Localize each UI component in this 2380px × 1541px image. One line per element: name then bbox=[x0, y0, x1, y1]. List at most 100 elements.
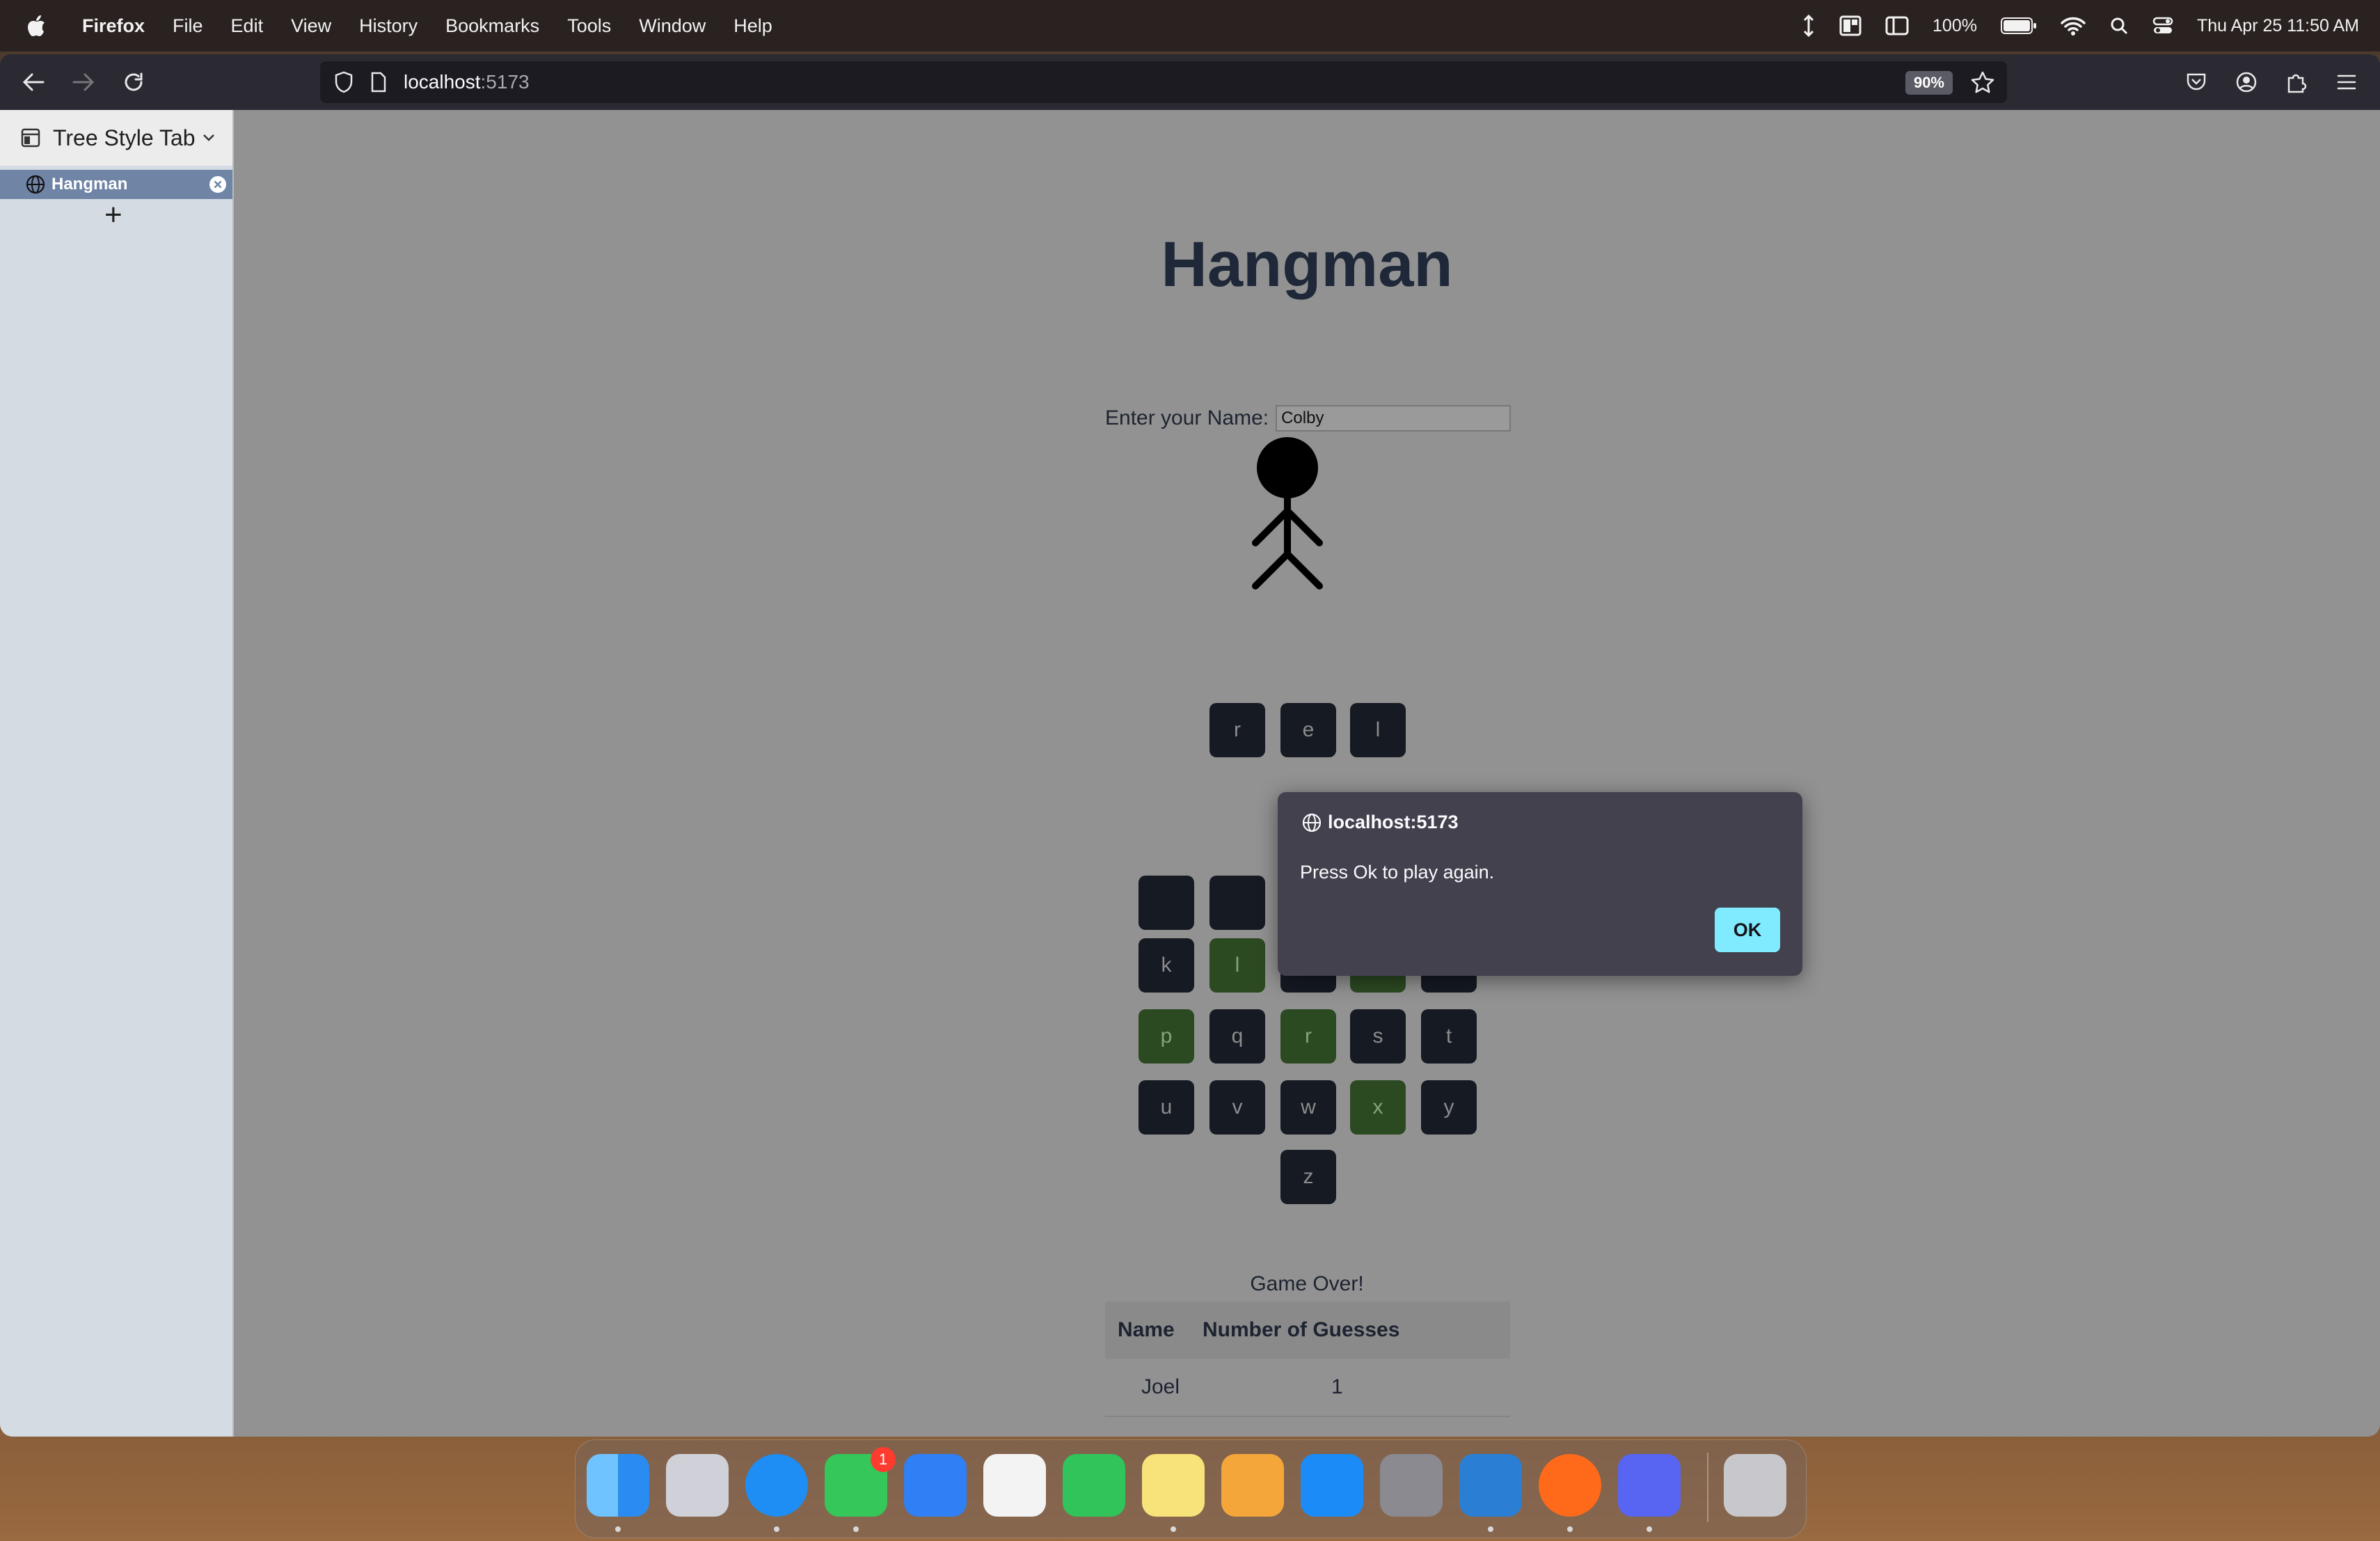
page-content: Hangman Enter your Name: r e l k l m n o bbox=[234, 110, 2380, 1437]
forward-arrow-icon bbox=[72, 73, 95, 91]
dock-running-dot bbox=[1488, 1526, 1493, 1532]
sidebar-panel-icon bbox=[21, 128, 40, 148]
sidebar-tab-label: Hangman bbox=[51, 175, 128, 193]
key-q[interactable]: q bbox=[1209, 1009, 1265, 1064]
key-t[interactable]: t bbox=[1421, 1009, 1477, 1064]
key-x[interactable]: x bbox=[1350, 1080, 1406, 1135]
key-r[interactable]: r bbox=[1280, 1009, 1336, 1064]
zoom-level-badge[interactable]: 90% bbox=[1905, 71, 1953, 95]
battery-icon[interactable] bbox=[2000, 17, 2037, 35]
sidebar-tab-hangman[interactable]: Hangman bbox=[0, 170, 232, 199]
dialog-message: Press Ok to play again. bbox=[1300, 862, 1495, 883]
key-y[interactable]: y bbox=[1421, 1080, 1477, 1135]
dock-running-dot bbox=[1647, 1526, 1652, 1532]
safari-icon[interactable] bbox=[745, 1454, 808, 1517]
close-tab-icon[interactable] bbox=[209, 175, 227, 193]
photos-icon[interactable] bbox=[983, 1454, 1046, 1517]
menu-file[interactable]: File bbox=[173, 15, 203, 37]
table-row: Joel 1 bbox=[1105, 1359, 1510, 1417]
menu-view[interactable]: View bbox=[291, 15, 331, 37]
menu-edit[interactable]: Edit bbox=[231, 15, 264, 37]
extensions-puzzle-icon bbox=[2287, 74, 2307, 93]
reload-button[interactable] bbox=[118, 67, 149, 97]
key-top-2[interactable]: e bbox=[1280, 703, 1336, 757]
game-over-status: Game Over! bbox=[1250, 1272, 1364, 1295]
key-top-3[interactable]: l bbox=[1350, 703, 1406, 757]
shield-icon[interactable] bbox=[334, 71, 354, 93]
dock-running-dot bbox=[1567, 1526, 1573, 1532]
chevron-down-icon[interactable] bbox=[203, 134, 215, 142]
menu-tools[interactable]: Tools bbox=[567, 15, 611, 37]
control-center-icon[interactable] bbox=[2152, 16, 2173, 35]
name-row: Enter your Name: bbox=[1105, 405, 1512, 432]
app-menu-button[interactable] bbox=[2331, 67, 2362, 97]
sidebar-toggle-icon[interactable] bbox=[1885, 16, 1909, 35]
key-hidden[interactable] bbox=[1139, 876, 1194, 930]
pocket-button[interactable] bbox=[2181, 67, 2212, 97]
menu-help[interactable]: Help bbox=[733, 15, 772, 37]
key-p[interactable]: p bbox=[1139, 1009, 1194, 1064]
dock-divider bbox=[1707, 1453, 1708, 1522]
extensions-button[interactable] bbox=[2281, 67, 2312, 97]
key-s[interactable]: s bbox=[1350, 1009, 1406, 1064]
discord-icon[interactable] bbox=[1618, 1454, 1681, 1517]
alert-dialog: localhost:5173 Press Ok to play again. O… bbox=[1278, 792, 1802, 976]
table-cell-guesses: 2 bbox=[1202, 1416, 1510, 1437]
sidebar-title: Tree Style Tab bbox=[53, 125, 196, 150]
key-k[interactable]: k bbox=[1139, 938, 1194, 993]
page-icon[interactable] bbox=[370, 72, 387, 93]
menu-bookmarks[interactable]: Bookmarks bbox=[445, 15, 539, 37]
key-w[interactable]: w bbox=[1280, 1080, 1336, 1135]
key-z[interactable]: z bbox=[1280, 1150, 1336, 1204]
menu-app-name[interactable]: Firefox bbox=[82, 15, 145, 37]
forward-button[interactable] bbox=[68, 67, 99, 97]
account-icon bbox=[2236, 72, 2257, 93]
table-row: Colby 2 bbox=[1105, 1416, 1510, 1437]
notes-icon[interactable] bbox=[1142, 1454, 1205, 1517]
sidebar-header[interactable]: Tree Style Tab bbox=[0, 110, 232, 166]
vscode-icon[interactable] bbox=[1459, 1454, 1522, 1517]
key-v[interactable]: v bbox=[1209, 1080, 1265, 1135]
menu-history[interactable]: History bbox=[359, 15, 418, 37]
facetime-icon[interactable] bbox=[1063, 1454, 1125, 1517]
system-settings-icon[interactable] bbox=[1380, 1454, 1443, 1517]
launchpad-icon[interactable] bbox=[666, 1454, 729, 1517]
ok-button[interactable]: OK bbox=[1715, 908, 1780, 952]
reload-icon bbox=[125, 72, 143, 91]
hangman-left-leg bbox=[1252, 551, 1291, 590]
browser-toolbar: localhost:5173 90% bbox=[0, 54, 2380, 110]
menu-window[interactable]: Window bbox=[639, 15, 706, 37]
wifi-icon[interactable] bbox=[2061, 16, 2086, 35]
url-bar[interactable]: localhost:5173 90% bbox=[320, 61, 2007, 103]
usb-icon[interactable] bbox=[1802, 15, 1816, 37]
dialog-origin: localhost:5173 bbox=[1328, 812, 1459, 832]
app-store-icon[interactable] bbox=[1301, 1454, 1363, 1517]
url-host: localhost bbox=[404, 71, 481, 93]
dock: 1 bbox=[575, 1439, 1807, 1538]
table-cell-guesses: 1 bbox=[1202, 1359, 1510, 1417]
name-label: Enter your Name: bbox=[1105, 406, 1269, 429]
bookmark-star-icon[interactable] bbox=[1971, 71, 1994, 93]
table-header-row: Name Number of Guesses bbox=[1105, 1302, 1510, 1359]
key-hidden[interactable] bbox=[1209, 876, 1265, 930]
spotlight-search-icon[interactable] bbox=[2109, 16, 2129, 35]
key-l[interactable]: l bbox=[1209, 938, 1265, 993]
trash-icon[interactable] bbox=[1724, 1454, 1786, 1517]
hangman-figure bbox=[1252, 437, 1323, 590]
pages-icon[interactable] bbox=[1221, 1454, 1284, 1517]
finder-icon[interactable] bbox=[587, 1454, 649, 1517]
back-button[interactable] bbox=[18, 67, 49, 97]
key-top-1[interactable]: r bbox=[1209, 703, 1265, 757]
window-layout-icon[interactable] bbox=[1839, 15, 1862, 36]
account-button[interactable] bbox=[2231, 67, 2262, 97]
table-cell-name: Colby bbox=[1105, 1416, 1202, 1437]
menubar-clock[interactable]: Thu Apr 25 11:50 AM bbox=[2197, 16, 2359, 36]
apple-icon[interactable] bbox=[26, 15, 46, 37]
firefox-icon[interactable] bbox=[1539, 1454, 1601, 1517]
hamburger-menu-icon bbox=[2337, 74, 2356, 90]
mail-icon[interactable] bbox=[904, 1454, 967, 1517]
key-u[interactable]: u bbox=[1139, 1080, 1194, 1135]
new-tab-button[interactable]: + bbox=[104, 198, 122, 232]
url-port: :5173 bbox=[480, 71, 530, 93]
name-input[interactable] bbox=[1276, 405, 1512, 432]
